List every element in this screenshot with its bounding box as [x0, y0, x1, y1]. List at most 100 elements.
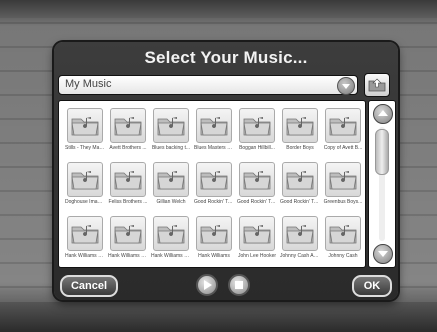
folder-tile[interactable]: Boggan Hillbill...	[237, 107, 277, 157]
folder-select[interactable]: My Music	[58, 75, 358, 95]
folder-tile[interactable]: Stills - They Mak...	[65, 107, 105, 157]
folder-music-icon	[243, 225, 271, 244]
folder-name: Avett Brothers ...	[109, 145, 147, 151]
folder-name: Hank Williams U...	[151, 253, 191, 259]
folder-music-icon	[200, 225, 228, 244]
folder-name: Johnny Cash	[328, 253, 358, 259]
folder-tile[interactable]: Hank Williams U...	[108, 215, 148, 265]
folder-tile[interactable]: Hank Williams U...	[151, 215, 191, 265]
folder-name: Blues Masters V...	[194, 145, 234, 151]
folder-tile[interactable]: John Lee Hooker	[237, 215, 277, 265]
folder-thumbnail	[325, 108, 361, 143]
folder-tile[interactable]: Good Rockin' To...	[280, 161, 320, 211]
folder-thumbnail	[239, 108, 275, 143]
folder-music-icon	[286, 171, 314, 190]
folder-name: Copy of Avett B...	[323, 145, 363, 151]
background-top-bar	[0, 0, 437, 18]
folder-music-icon	[243, 171, 271, 190]
folder-music-icon	[200, 171, 228, 190]
folder-tile[interactable]: Hank Williams	[194, 215, 234, 265]
folder-name: Johnny Cash Am...	[280, 253, 320, 259]
folder-tile[interactable]: Gillian Welch	[151, 161, 191, 211]
folder-thumbnail	[67, 108, 103, 143]
folder-thumbnail	[153, 216, 189, 251]
folder-thumbnail	[282, 216, 318, 251]
folder-thumbnail	[325, 216, 361, 251]
folder-thumbnail	[325, 162, 361, 197]
folder-tile[interactable]: Good Rockin' To...	[237, 161, 277, 211]
play-icon[interactable]	[196, 274, 218, 296]
folder-music-icon	[157, 117, 185, 136]
folder-thumbnail	[67, 216, 103, 251]
folder-name: Stills - They Mak...	[65, 145, 105, 151]
folder-name: Feliss Brothers ...	[108, 199, 148, 205]
folder-tile[interactable]: Johnny Cash Am...	[280, 215, 320, 265]
folder-name: Good Rockin' To...	[194, 199, 234, 205]
scroll-down-icon[interactable]	[373, 244, 393, 264]
select-music-dialog: Select Your Music... My Music Stills - T…	[54, 42, 398, 300]
folder-name: Gillian Welch	[156, 199, 186, 205]
folder-name: Hank Williams	[198, 253, 230, 259]
folder-tile[interactable]: Greenbus Boys...	[323, 161, 363, 211]
folder-music-icon	[157, 225, 185, 244]
folder-tile[interactable]: Copy of Avett B...	[323, 107, 363, 157]
folder-tile[interactable]: Hank Williams U...	[65, 215, 105, 265]
folder-tile[interactable]: Good Rockin' To...	[194, 161, 234, 211]
folder-name: Blues backing t...	[151, 145, 191, 151]
folder-thumbnail	[282, 108, 318, 143]
folder-thumbnail	[110, 162, 146, 197]
folder-tile[interactable]: Border Boys	[280, 107, 320, 157]
folder-music-icon	[329, 171, 357, 190]
folder-up-icon	[368, 78, 386, 92]
folder-thumbnail	[110, 108, 146, 143]
folder-tile[interactable]: Johnny Cash	[323, 215, 363, 265]
music-folder-grid: Stills - They Mak... Avett Brothers ... Bl…	[58, 100, 366, 268]
dialog-title: Select Your Music...	[144, 48, 308, 67]
folder-thumbnail	[239, 162, 275, 197]
folder-thumbnail	[196, 162, 232, 197]
folder-music-icon	[71, 225, 99, 244]
folder-music-icon	[71, 171, 99, 190]
folder-tile[interactable]: Blues backing t...	[151, 107, 191, 157]
folder-music-icon	[243, 117, 271, 136]
folder-music-icon	[286, 117, 314, 136]
folder-music-icon	[157, 171, 185, 190]
folder-thumbnail	[282, 162, 318, 197]
folder-thumbnail	[239, 216, 275, 251]
folder-music-icon	[114, 171, 142, 190]
folder-thumbnail	[67, 162, 103, 197]
folder-thumbnail	[196, 108, 232, 143]
up-folder-button[interactable]	[364, 73, 390, 97]
folder-music-icon	[329, 225, 357, 244]
ok-button[interactable]: OK	[352, 275, 392, 297]
folder-music-icon	[200, 117, 228, 136]
folder-music-icon	[114, 225, 142, 244]
folder-thumbnail	[110, 216, 146, 251]
folder-name: Good Rockin' To...	[280, 199, 320, 205]
chevron-down-icon[interactable]	[337, 77, 355, 95]
folder-music-icon	[71, 117, 99, 136]
folder-thumbnail	[153, 162, 189, 197]
folder-name: Hank Williams U...	[65, 253, 105, 259]
folder-name: Border Boys	[286, 145, 314, 151]
folder-music-icon	[286, 225, 314, 244]
scroll-up-icon[interactable]	[373, 104, 393, 124]
folder-thumbnail	[196, 216, 232, 251]
folder-select-value: My Music	[65, 78, 112, 90]
stop-icon[interactable]	[228, 274, 250, 296]
folder-music-icon	[114, 117, 142, 136]
folder-name: Good Rockin' To...	[237, 199, 277, 205]
folder-thumbnail	[153, 108, 189, 143]
folder-tile[interactable]: Blues Masters V...	[194, 107, 234, 157]
folder-name: Greenbus Boys...	[323, 199, 363, 205]
folder-name: Boggan Hillbill...	[239, 145, 275, 151]
folder-tile[interactable]: Doghouse Imagi...	[65, 161, 105, 211]
folder-name: Hank Williams U...	[108, 253, 148, 259]
scroll-thumb[interactable]	[375, 129, 389, 175]
folder-tile[interactable]: Feliss Brothers ...	[108, 161, 148, 211]
folder-name: John Lee Hooker	[237, 253, 277, 259]
cancel-button[interactable]: Cancel	[60, 275, 118, 297]
folder-tile[interactable]: Avett Brothers ...	[108, 107, 148, 157]
grid-scrollbar[interactable]	[368, 100, 396, 268]
background-bottom-bar	[0, 302, 437, 332]
